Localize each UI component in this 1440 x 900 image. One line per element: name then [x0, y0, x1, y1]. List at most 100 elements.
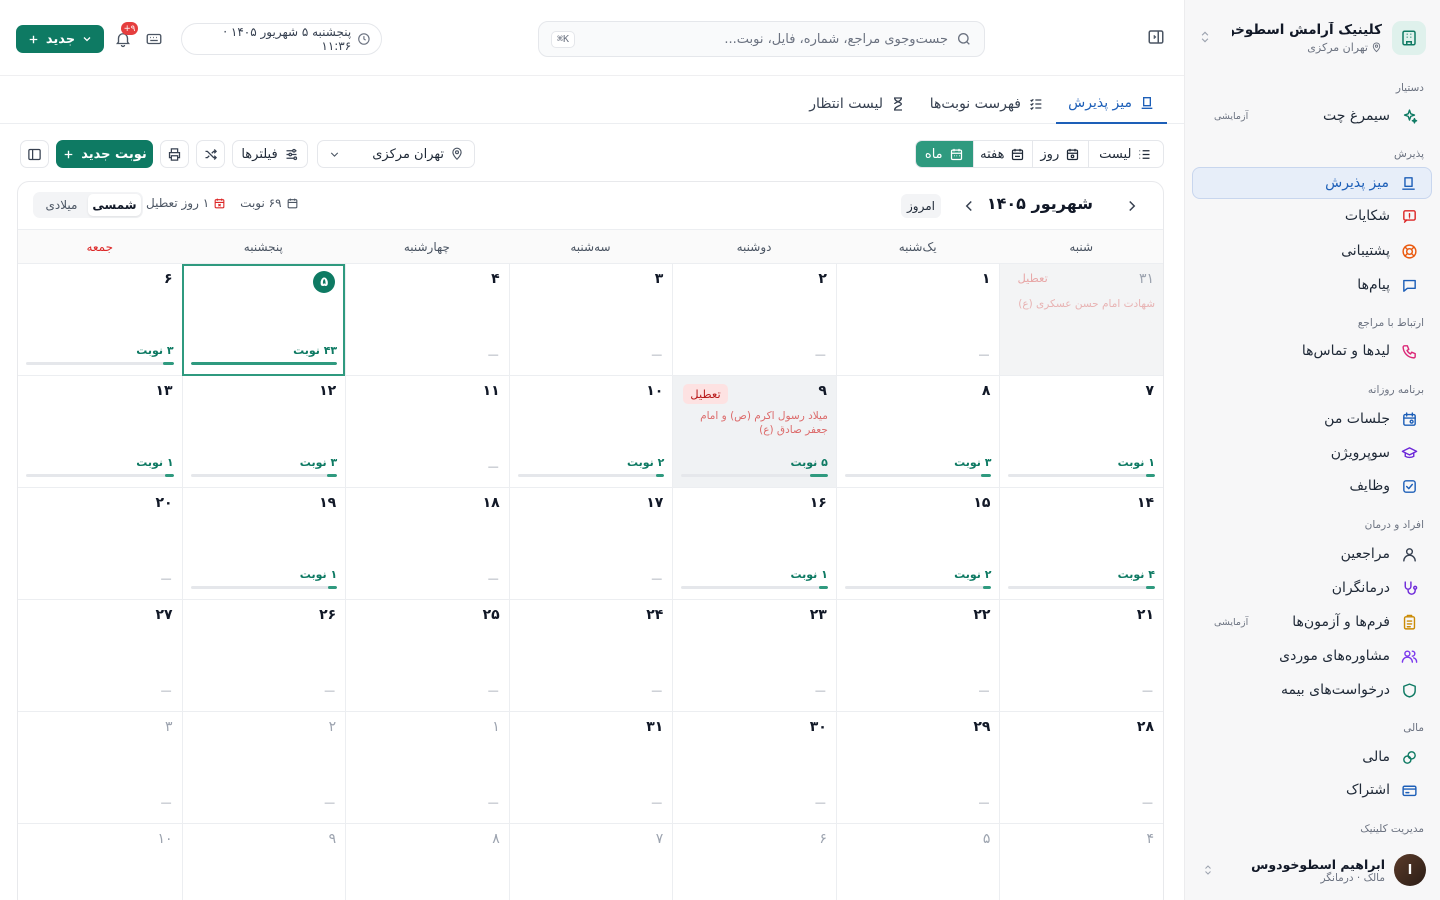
- day-cell[interactable]: ۳۱ —: [508, 712, 673, 824]
- user-menu[interactable]: ا ابراهیم اسطوخودوس مالک · درمانگر: [1198, 852, 1426, 888]
- day-cell[interactable]: ۹ تعطیل میلاد رسول اکرم (ص) و امام جعفر صا…: [672, 376, 836, 488]
- day-cell[interactable]: ۲۲ —: [835, 600, 1000, 712]
- day-cell[interactable]: ۲—: [181, 712, 346, 824]
- day-cell[interactable]: ۲۰ —: [18, 488, 182, 600]
- sidebar-item-shield[interactable]: درخواست‌های بیمه: [1192, 674, 1432, 706]
- load-bar-fill: [328, 586, 338, 589]
- notification-badge: ۹+: [121, 22, 138, 35]
- print-icon[interactable]: [160, 140, 189, 168]
- day-cell[interactable]: ۱۲ ۳ نوبت: [181, 376, 346, 488]
- filters-label: فیلترها: [241, 146, 278, 162]
- day-cell[interactable]: ۲۴ —: [508, 600, 673, 712]
- day-cell[interactable]: ۵: [835, 824, 1000, 900]
- day-cell[interactable]: ۸: [345, 824, 509, 900]
- day-cell[interactable]: ۱—: [835, 264, 1000, 376]
- day-cell[interactable]: ۱۳ ۱ نوبت: [18, 376, 182, 488]
- sidebar-item-lifebuoy[interactable]: پشتیبانی: [1192, 235, 1432, 267]
- load-bar-fill: [981, 474, 992, 477]
- new-appointment-button[interactable]: نوبت جدید: [56, 140, 153, 168]
- day-cell[interactable]: ۸ ۳ نوبت: [835, 376, 1000, 488]
- view-week[interactable]: هفته: [972, 141, 1033, 167]
- sidebar-item-checkbox[interactable]: وظایف: [1192, 470, 1432, 502]
- day-cell[interactable]: ۴—: [345, 264, 509, 376]
- sidebar-toggle-icon[interactable]: [1143, 28, 1165, 50]
- day-cell[interactable]: ۲۸ —: [999, 712, 1163, 824]
- sidebar-item-card[interactable]: اشتراک: [1192, 774, 1432, 806]
- sidebar-item-label: درمانگران: [1331, 580, 1390, 596]
- day-number: ۲۸: [1136, 719, 1154, 735]
- day-cell[interactable]: ۱۹ ۱ نوبت: [181, 488, 346, 600]
- tab-reception-desk[interactable]: میز پذیرش: [1056, 84, 1167, 124]
- view-day[interactable]: روز: [1032, 141, 1088, 167]
- day-cell[interactable]: ۱۶ ۱ نوبت: [672, 488, 836, 600]
- graduation-icon: [1400, 444, 1418, 462]
- tab-waiting-list[interactable]: لیست انتظار: [797, 84, 918, 124]
- chevron-updown-icon[interactable]: [1198, 28, 1212, 46]
- day-cell[interactable]: ۶: [672, 824, 836, 900]
- sidebar-item-complaint[interactable]: شکایات: [1192, 200, 1432, 232]
- view-month[interactable]: ماه: [916, 141, 973, 167]
- day-cell[interactable]: ۱۱ —: [345, 376, 509, 488]
- search-input[interactable]: [583, 31, 948, 47]
- calendar-type-switch: میلادی شمسی: [33, 192, 143, 218]
- sidebar-item-coins[interactable]: مالی: [1192, 741, 1432, 773]
- day-cell[interactable]: ۲۱ —: [999, 600, 1163, 712]
- day-cell[interactable]: ۹: [181, 824, 346, 900]
- calendar-type-jalali[interactable]: شمسی: [88, 194, 141, 216]
- day-cell[interactable]: ۱۰: [18, 824, 182, 900]
- day-cell[interactable]: ۱۸ —: [345, 488, 509, 600]
- filters-button[interactable]: فیلترها: [232, 140, 308, 168]
- day-cell[interactable]: ۱—: [345, 712, 509, 824]
- sidebar-item-message[interactable]: پیام‌ها: [1192, 269, 1432, 301]
- sidebar-item-phone[interactable]: لیدها و تماس‌ها: [1192, 335, 1432, 367]
- today-button[interactable]: امروز: [901, 194, 941, 218]
- sidebar-item-desk[interactable]: میز پذیرش: [1192, 167, 1432, 199]
- tab-appointments-list[interactable]: فهرست نوبت‌ها: [918, 84, 1056, 124]
- new-button[interactable]: جدید: [16, 25, 104, 53]
- day-cell[interactable]: ۵ ۴۳ نوبت: [181, 264, 346, 376]
- sidebar-item-clipboard[interactable]: فرم‌ها و آزمون‌ها آزمایشی: [1192, 606, 1432, 638]
- day-cell[interactable]: ۲۹ —: [835, 712, 1000, 824]
- chevron-right-icon[interactable]: [1123, 197, 1141, 215]
- day-cell[interactable]: ۳—: [508, 264, 673, 376]
- sidebar-item-graduation[interactable]: سوپرویژن: [1192, 437, 1432, 469]
- view-switcher: ماه هفته روز لیست: [915, 140, 1164, 168]
- chevron-updown-icon[interactable]: [1202, 862, 1214, 878]
- day-cell[interactable]: ۱۴ ۴ نوبت: [999, 488, 1163, 600]
- day-cell[interactable]: ۱۷ —: [508, 488, 673, 600]
- day-cell[interactable]: ۶ ۳ نوبت: [18, 264, 182, 376]
- no-appointments: —: [487, 348, 499, 361]
- calendar-type-gregorian[interactable]: میلادی: [35, 194, 88, 216]
- sidebar-item-sparkles[interactable]: سیمرغ چت آزمایشی: [1192, 100, 1432, 132]
- day-cell[interactable]: ۲۷ —: [18, 600, 182, 712]
- day-cell[interactable]: ۳—: [18, 712, 182, 824]
- chevron-down-icon: [83, 37, 91, 42]
- view-list[interactable]: لیست: [1087, 141, 1163, 167]
- day-cell[interactable]: ۳۱ تعطیل شهادت امام حسن عسکری (ع): [999, 264, 1163, 376]
- shuffle-icon[interactable]: [196, 140, 225, 168]
- weekday-header: شنبه یک‌شنبه دوشنبه سه‌شنبه چهارشنبه پنجشنبه ج…: [18, 230, 1163, 264]
- appointment-count: ۱ نوبت: [1117, 456, 1155, 469]
- day-cell[interactable]: ۱۵ ۲ نوبت: [835, 488, 1000, 600]
- chevron-left-icon[interactable]: [960, 197, 978, 215]
- day-cell[interactable]: ۴: [999, 824, 1163, 900]
- day-cell[interactable]: ۲—: [672, 264, 836, 376]
- day-cell[interactable]: ۲۳ —: [672, 600, 836, 712]
- side-panel-toggle-icon[interactable]: [20, 140, 49, 168]
- day-cell[interactable]: ۷: [508, 824, 673, 900]
- day-cell[interactable]: ۷ ۱ نوبت: [999, 376, 1163, 488]
- sidebar-item-stethoscope[interactable]: درمانگران: [1192, 572, 1432, 604]
- sidebar-item-user[interactable]: مراجعین: [1192, 538, 1432, 570]
- day-cell[interactable]: ۳۰ —: [672, 712, 836, 824]
- day-cell[interactable]: ۲۵ —: [345, 600, 509, 712]
- sidebar-item-users[interactable]: مشاوره‌های موردی: [1192, 640, 1432, 672]
- keyboard-icon[interactable]: [143, 28, 165, 50]
- branch-select[interactable]: تهران مرکزی: [317, 140, 475, 168]
- day-cell[interactable]: ۲۶ —: [181, 600, 346, 712]
- sidebar-item-calendar[interactable]: جلسات من: [1192, 403, 1432, 435]
- clinic-switcher[interactable]: کلینیک آرامش اسطوخو... تهران مرکزی: [1198, 16, 1426, 60]
- no-appointments: —: [487, 684, 499, 697]
- day-cell[interactable]: ۱۰ ۲ نوبت: [508, 376, 673, 488]
- holiday-name: شهادت امام حسن عسکری (ع): [1018, 298, 1155, 310]
- day-number: ۵: [982, 831, 991, 847]
